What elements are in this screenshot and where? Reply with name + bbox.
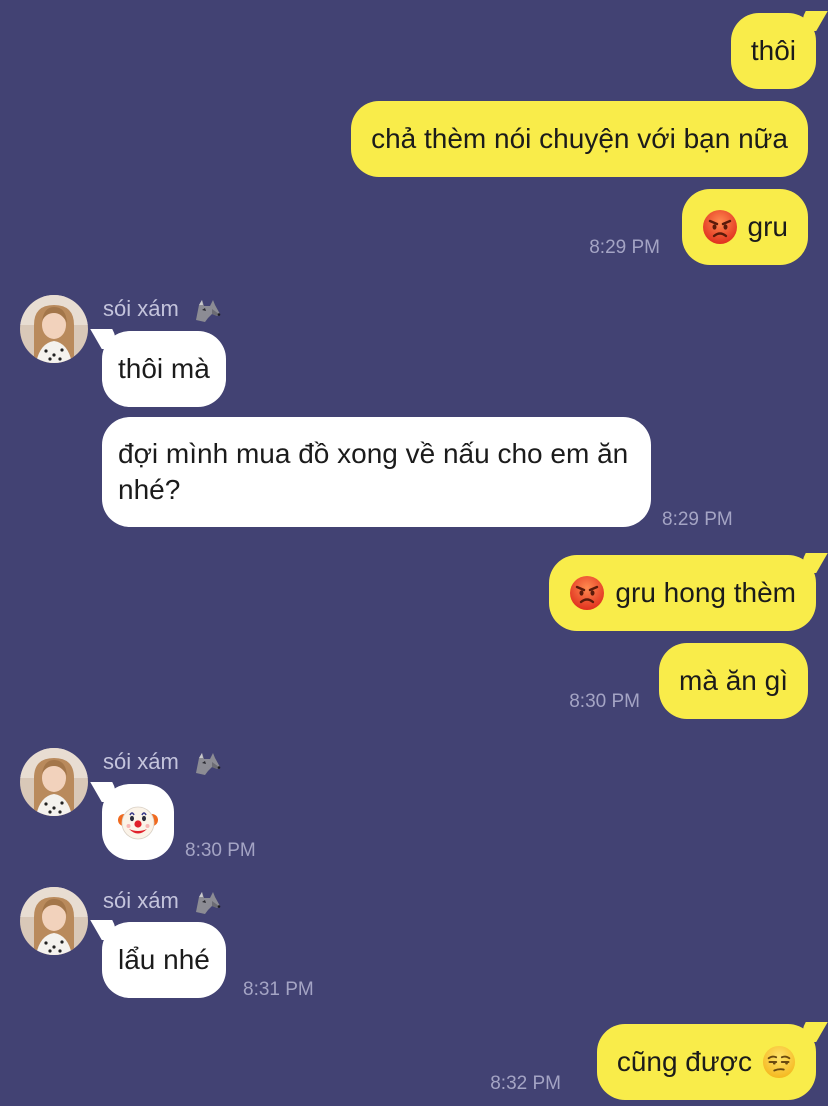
- wolf-icon: [193, 296, 223, 324]
- avatar-image: [20, 295, 88, 363]
- wolf-icon: [193, 749, 223, 777]
- message-text: chả thèm nói chuyện với bạn nữa: [371, 123, 788, 154]
- outgoing-message[interactable]: thôi: [730, 13, 816, 89]
- message-timestamp: 8:29 PM: [662, 509, 733, 530]
- chat-transcript[interactable]: thôi chả thèm nói chuyện với bạn nữa gru…: [0, 0, 828, 1106]
- avatar-image: [20, 887, 88, 955]
- wolf-icon: [193, 888, 223, 916]
- angry-face-icon: [702, 209, 738, 245]
- message-text: đợi mình mua đồ xong về nấu cho em ăn nh…: [118, 438, 629, 505]
- avatar-image: [20, 748, 88, 816]
- message-text: gru hong thèm: [615, 577, 796, 608]
- outgoing-message[interactable]: gru hong thèm: [549, 555, 816, 631]
- message-text: thôi: [750, 35, 796, 66]
- message-text: lẩu nhé: [118, 944, 210, 975]
- sender-name: sói xám: [103, 749, 223, 777]
- sender-name: sói xám: [103, 296, 223, 324]
- message-text: thôi mà: [118, 353, 210, 384]
- message-text: mà ăn gì: [679, 665, 788, 696]
- incoming-message[interactable]: [102, 784, 174, 860]
- message-text: gru: [747, 211, 788, 242]
- message-timestamp: 8:32 PM: [490, 1073, 561, 1094]
- avatar[interactable]: [20, 295, 88, 363]
- message-timestamp: 8:30 PM: [185, 840, 256, 861]
- incoming-message[interactable]: lẩu nhé: [102, 922, 226, 998]
- message-text: cũng được: [616, 1046, 752, 1077]
- avatar[interactable]: [20, 887, 88, 955]
- outgoing-message[interactable]: gru: [681, 189, 808, 265]
- angry-face-icon: [569, 575, 605, 611]
- sender-name: sói xám: [103, 888, 223, 916]
- clown-face-icon: [118, 802, 158, 842]
- outgoing-message[interactable]: cũng được: [596, 1024, 816, 1100]
- message-timestamp: 8:31 PM: [243, 979, 314, 1000]
- outgoing-message[interactable]: mà ăn gì: [659, 643, 808, 719]
- unamused-face-icon: [762, 1045, 796, 1079]
- avatar[interactable]: [20, 748, 88, 816]
- message-timestamp: 8:30 PM: [569, 691, 640, 712]
- incoming-message[interactable]: thôi mà: [102, 331, 226, 407]
- incoming-message[interactable]: đợi mình mua đồ xong về nấu cho em ăn nh…: [102, 417, 651, 527]
- message-timestamp: 8:29 PM: [589, 237, 660, 258]
- outgoing-message[interactable]: chả thèm nói chuyện với bạn nữa: [351, 101, 808, 177]
